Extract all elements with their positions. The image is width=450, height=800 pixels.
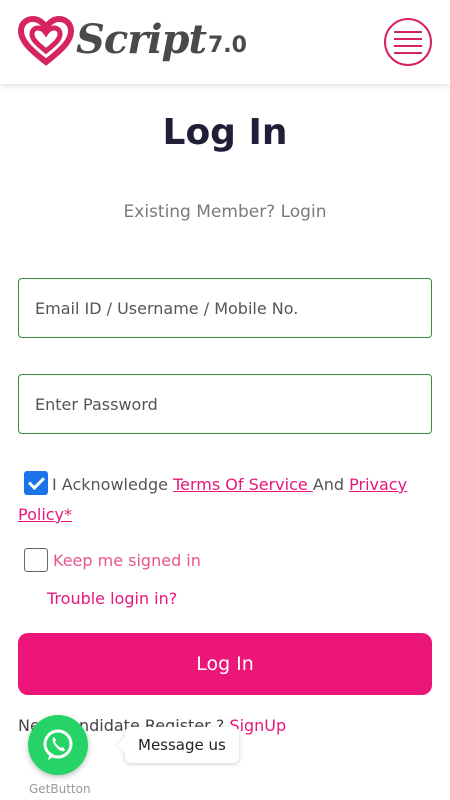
keep-signed-in-label[interactable]: Keep me signed in bbox=[53, 551, 201, 570]
keep-signed-in-checkbox[interactable] bbox=[24, 548, 48, 572]
keep-signed-in-row[interactable]: Keep me signed in bbox=[24, 548, 201, 572]
whatsapp-icon bbox=[43, 729, 73, 760]
menu-button[interactable] bbox=[384, 18, 432, 66]
message-us-bubble[interactable]: Message us bbox=[125, 727, 239, 763]
and-text: And bbox=[312, 475, 350, 494]
hamburger-menu-icon bbox=[394, 30, 422, 33]
heart-logo-icon bbox=[18, 16, 74, 66]
acknowledge-row: I Acknowledge Terms Of Service And Priva… bbox=[18, 470, 432, 530]
login-button[interactable]: Log In bbox=[18, 633, 432, 695]
logo-wordmark: Script bbox=[76, 16, 207, 63]
page-subtitle: Existing Member? Login bbox=[123, 202, 327, 222]
hamburger-line bbox=[394, 51, 422, 54]
password-field[interactable] bbox=[18, 374, 432, 434]
logo-version: 7.0 bbox=[207, 33, 247, 58]
acknowledge-checkbox[interactable] bbox=[24, 471, 48, 495]
site-logo[interactable]: Script 7.0 bbox=[18, 14, 247, 66]
hamburger-line bbox=[394, 44, 422, 47]
trouble-login-link[interactable]: Trouble login in? bbox=[47, 589, 177, 608]
terms-of-service-link[interactable]: Terms Of Service bbox=[173, 475, 313, 494]
whatsapp-button[interactable] bbox=[28, 715, 88, 775]
acknowledge-text: I Acknowledge bbox=[52, 475, 174, 494]
site-header: Script 7.0 bbox=[0, 0, 450, 84]
page-title: Log In bbox=[162, 112, 288, 153]
email-field[interactable] bbox=[18, 278, 432, 338]
hamburger-line bbox=[394, 37, 422, 40]
getbutton-label: GetButton bbox=[29, 782, 91, 796]
